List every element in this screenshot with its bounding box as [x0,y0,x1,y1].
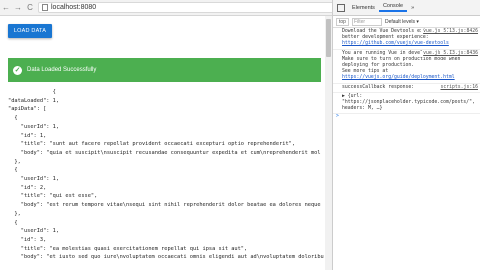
context-select[interactable]: top [336,17,349,26]
json-line: { [8,89,56,95]
console-object-preview[interactable]: ▶ {url: "https://jsonplaceholder.typicod… [333,93,480,115]
page-icon [42,4,48,11]
json-line: }, [8,210,21,217]
json-line: { [8,219,18,226]
success-message: Data Loaded Successfully [27,67,97,73]
json-line: { [8,115,18,122]
json-line: "apiData": [ [8,106,47,113]
scrollbar-thumb[interactable] [326,19,331,57]
devtools-tabs: Elements Console » [333,0,480,16]
page-scrollbar[interactable] [325,16,332,270]
json-line: "userId": 1, [8,123,60,130]
json-line: "userId": 1, [8,176,60,183]
json-line: "userId": 1, [8,228,60,235]
json-line: "body": "est rerum tempore vitae\nsequi … [8,202,321,209]
json-line: "title": "sunt aut facere repellat provi… [8,141,296,148]
page-content: LOAD DATA ✓ Data Loaded Successfully { "d… [0,16,332,270]
console-message-link[interactable]: https://github.com/vuejs/vue-devtools [342,41,449,46]
json-line: }, [8,158,21,165]
console-output: Download the Vue Devtools extension for … [333,28,480,270]
filter-input[interactable]: Filter [351,17,382,26]
console-source-link[interactable]: scripts.js:16 [438,84,478,91]
json-line: "id": 3, [8,236,47,243]
console-message: You are running Vue in development mode.… [333,50,480,84]
json-line: "dataLoaded": 1, [8,97,60,104]
tab-console[interactable]: Console [378,3,408,12]
json-line: "id": 2, [8,184,47,191]
reload-icon[interactable]: C [24,3,36,12]
console-message: successCallback response: scripts.js:16 [333,84,480,93]
inspect-icon[interactable] [337,3,345,12]
console-toolbar: top Filter Default levels ▾ [333,16,480,28]
tab-elements[interactable]: Elements [348,5,379,11]
levels-select[interactable]: Default levels ▾ [385,19,419,25]
json-line: "body": "et iusto sed quo iure\nvoluptat… [8,254,324,261]
json-line: { [8,167,18,174]
tab-more[interactable]: » [407,5,418,11]
json-line: "title": "ea molestias quasi exercitatio… [8,245,248,252]
console-source-link[interactable]: vue.js 5.13.js:8426 [421,29,478,36]
json-line: "body": "quia et suscipit\nsuscipit recu… [8,149,321,156]
load-data-button[interactable]: LOAD DATA [8,24,52,38]
json-line: "title": "qui est esse", [8,193,98,200]
console-message-link[interactable]: https://vuejs.org/guide/deployment.html [342,75,455,80]
console-message: Download the Vue Devtools extension for … [333,28,480,50]
success-alert: ✓ Data Loaded Successfully [8,58,321,82]
check-circle-icon: ✓ [13,65,22,75]
console-message-text: successCallback response: [342,84,415,90]
devtools-panel: Elements Console » top Filter Default le… [332,0,480,270]
json-output: { "dataLoaded": 1, "apiData": [ { "userId"… [8,88,330,270]
address-text: localhost:8080 [51,4,97,11]
json-line: "id": 1, [8,132,47,139]
back-icon[interactable]: ← [0,3,12,12]
forward-icon[interactable]: → [12,3,24,12]
console-source-link[interactable]: vue.js 5.13.js:8436 [421,50,478,57]
address-bar[interactable]: localhost:8080 [38,2,353,13]
console-prompt[interactable]: > [333,114,480,120]
